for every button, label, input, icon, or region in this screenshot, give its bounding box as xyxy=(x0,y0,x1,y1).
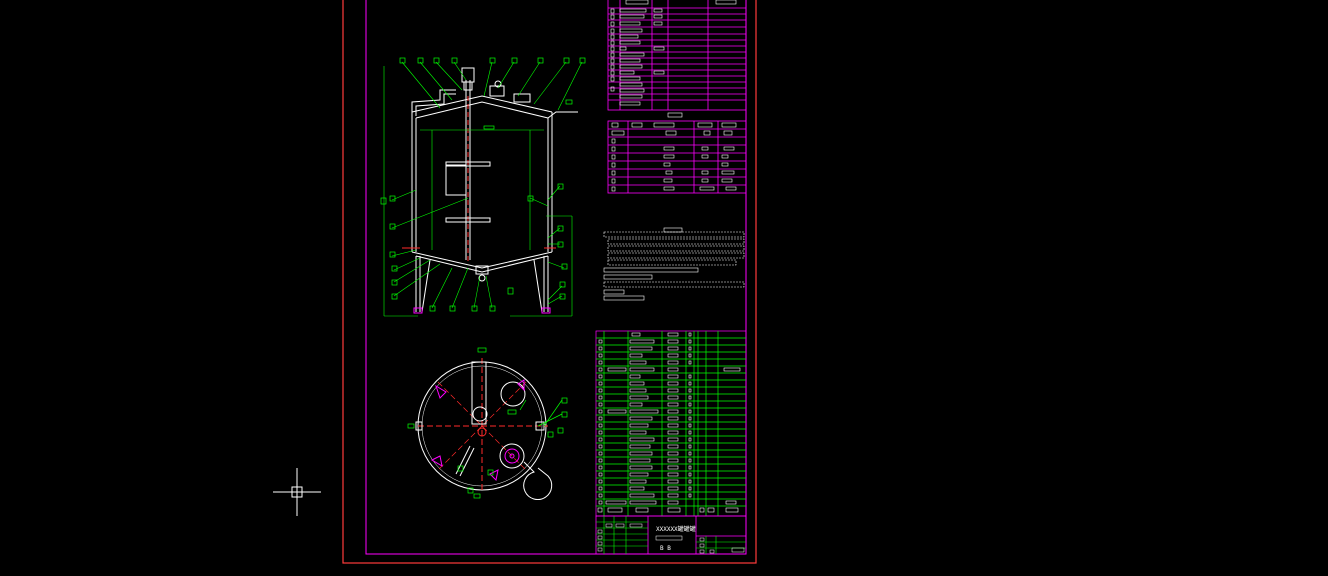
table2-title xyxy=(667,112,683,118)
nozzle-table-top-text xyxy=(610,0,737,106)
cad-drawing-canvas[interactable]: XXXXXX罐罐罐 B B xyxy=(0,0,1328,576)
parts-list-table[interactable] xyxy=(595,330,747,517)
title-block[interactable] xyxy=(595,515,747,555)
title-block-drawing-name: XXXXXX罐罐罐 xyxy=(656,525,696,533)
top-view-tags xyxy=(407,347,568,499)
technical-notes xyxy=(603,227,745,301)
nozzle-table-top[interactable] xyxy=(607,0,747,111)
design-table-text xyxy=(611,122,737,192)
drawing-svg[interactable]: XXXXXX罐罐罐 B B xyxy=(0,0,1328,576)
title-block-scale: B B xyxy=(660,545,671,552)
crosshair-cursor-icon xyxy=(273,468,321,516)
tank-top-view[interactable] xyxy=(415,358,553,500)
tank-front-view[interactable] xyxy=(402,67,578,314)
